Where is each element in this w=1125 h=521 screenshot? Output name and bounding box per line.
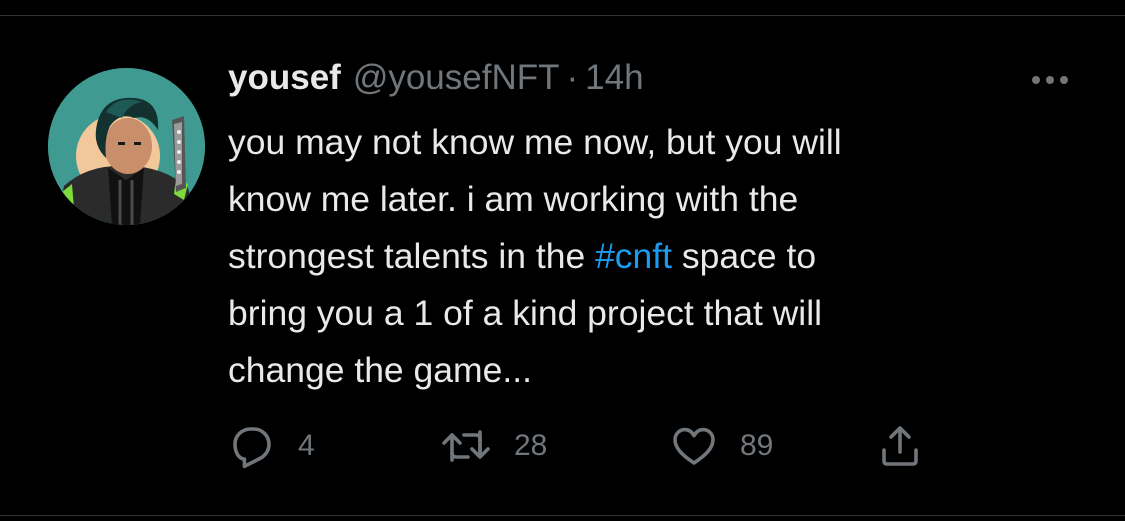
display-name[interactable]: yousef xyxy=(228,54,341,102)
more-options-button[interactable] xyxy=(1026,68,1074,92)
tweet-text-line: know me later. i am working with the xyxy=(228,179,799,219)
tweet[interactable]: yousef @yousefNFT · 14h you may not know… xyxy=(0,16,1125,515)
tweet-actions: 4 28 89 xyxy=(228,416,988,476)
like-button[interactable]: 89 xyxy=(670,416,773,476)
like-count: 89 xyxy=(740,429,774,462)
tweet-text-line: change the game... xyxy=(228,350,532,390)
retweet-icon xyxy=(442,430,490,462)
separator-dot: · xyxy=(566,58,579,97)
more-horizontal-icon xyxy=(1032,76,1068,84)
heart-icon xyxy=(673,427,715,465)
bottom-divider xyxy=(0,515,1125,521)
share-icon xyxy=(882,426,918,466)
user-handle[interactable]: @yousefNFT xyxy=(353,54,560,102)
tweet-header: yousef @yousefNFT · 14h xyxy=(228,54,644,102)
retweet-button[interactable]: 28 xyxy=(440,416,547,476)
reply-icon xyxy=(233,427,271,469)
retweet-count: 28 xyxy=(514,429,548,462)
top-divider xyxy=(0,0,1125,16)
tweet-text-line: bring you a 1 of a kind project that wil… xyxy=(228,293,822,333)
hashtag-link[interactable]: #cnft xyxy=(595,236,672,276)
tweet-text: you may not know me now, but you will kn… xyxy=(228,114,1028,399)
timestamp[interactable]: 14h xyxy=(585,54,643,102)
reply-button[interactable]: 4 xyxy=(228,416,315,476)
reply-count: 4 xyxy=(298,429,315,462)
tweet-text-line: strongest talents in the #cnft space to xyxy=(228,236,817,276)
avatar-image xyxy=(48,68,205,225)
tweet-text-line: you may not know me now, but you will xyxy=(228,122,842,162)
avatar[interactable] xyxy=(48,68,205,225)
share-button[interactable] xyxy=(876,416,924,476)
